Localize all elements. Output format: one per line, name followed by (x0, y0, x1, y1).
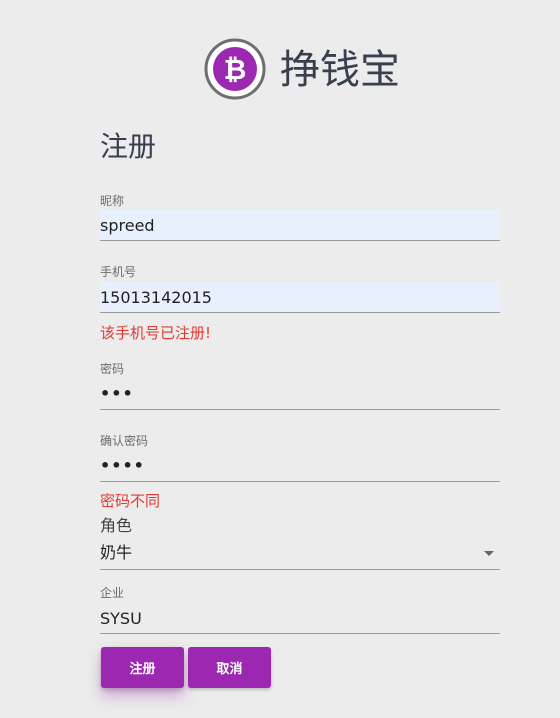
role-value: 奶牛 (100, 543, 133, 562)
cancel-button[interactable]: 取消 (188, 647, 271, 688)
phone-underline (100, 312, 500, 313)
nickname-underline (100, 240, 500, 241)
nickname-field: 昵称 (100, 194, 500, 242)
role-select[interactable]: 奶牛 (100, 540, 500, 570)
role-label: 角色 (100, 516, 133, 535)
password-input[interactable]: ••• (100, 382, 500, 406)
phone-input[interactable] (100, 282, 500, 312)
confirm-password-input[interactable]: •••• (100, 454, 500, 478)
confirm-password-underline (100, 481, 500, 482)
role-underline (100, 569, 500, 570)
logo-glyph: ₿ (224, 53, 247, 86)
page-title: 注册 (100, 130, 157, 163)
password-underline (100, 409, 500, 410)
company-underline (100, 633, 500, 634)
register-button[interactable]: 注册 (101, 647, 184, 688)
nickname-label: 昵称 (100, 194, 125, 208)
password-label: 密码 (100, 362, 125, 376)
phone-field: 手机号 (100, 265, 500, 314)
company-field: 企业 (100, 586, 500, 634)
company-label: 企业 (100, 586, 125, 600)
confirm-password-field: 确认密码 •••• (100, 434, 500, 482)
chevron-down-icon (484, 551, 494, 556)
bitcoin-logo-icon: ₿ (204, 38, 266, 100)
password-field: 密码 ••• (100, 362, 500, 410)
company-input[interactable] (100, 603, 500, 633)
app-title: 挣钱宝 (280, 47, 400, 93)
confirm-password-label: 确认密码 (100, 434, 149, 448)
confirm-password-error: 密码不同 (100, 492, 161, 510)
nickname-input[interactable] (100, 210, 500, 240)
phone-label: 手机号 (100, 265, 137, 279)
phone-error: 该手机号已注册! (100, 324, 212, 342)
